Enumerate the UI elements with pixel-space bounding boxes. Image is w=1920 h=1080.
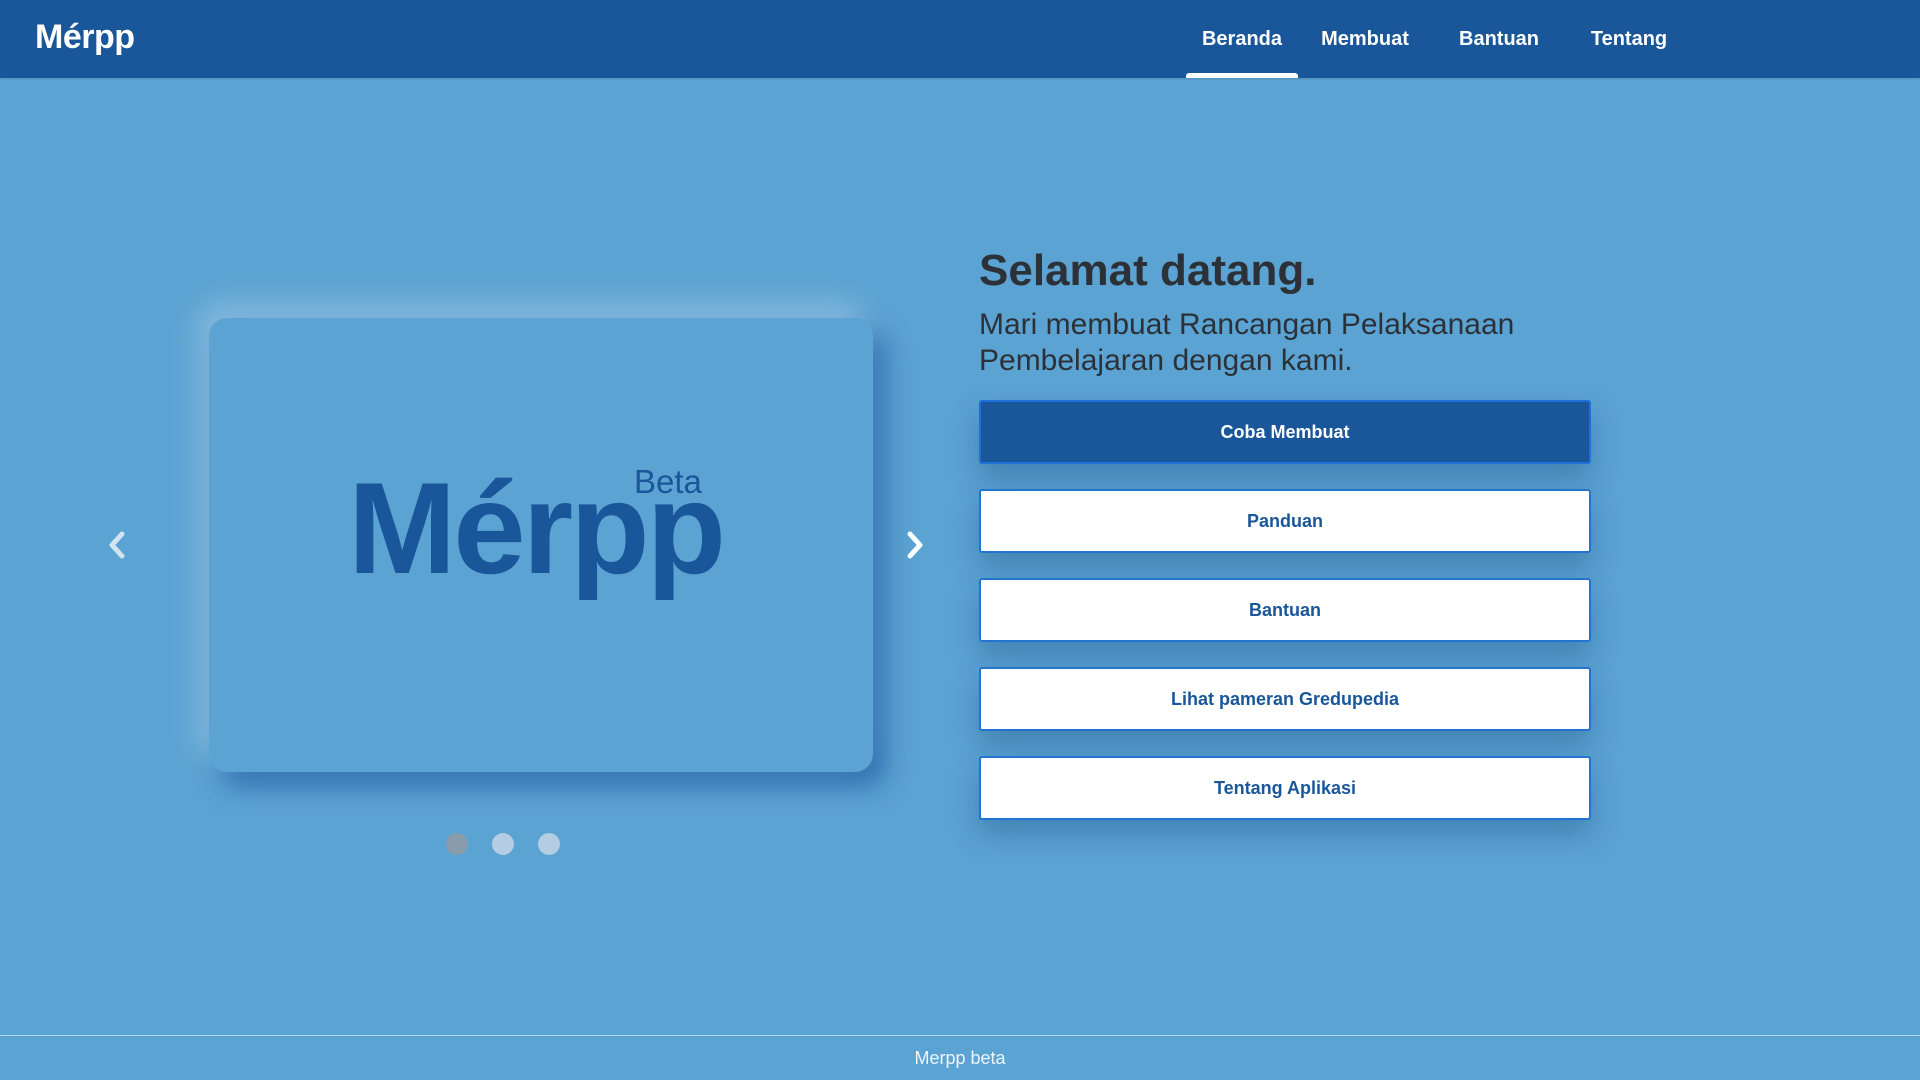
nav-item-bantuan[interactable]: Bantuan [1432,0,1566,78]
main-nav: Beranda Membuat Bantuan Tentang [1186,0,1692,78]
chevron-right-icon [907,531,923,559]
brand-logo[interactable]: Mérpp [35,18,135,57]
nav-item-membuat[interactable]: Membuat [1298,0,1432,78]
slide-beta-badge: Beta [634,463,702,500]
carousel-next-button[interactable] [900,525,930,565]
carousel-dot-1[interactable] [446,833,468,855]
welcome-subtitle: Mari membuat Rancangan Pelaksanaan Pembe… [979,308,1515,377]
footer-text: Merpp beta [914,1047,1006,1068]
about-app-button[interactable]: Tentang Aplikasi [979,756,1591,820]
chevron-left-icon [109,531,125,559]
nav-item-beranda[interactable]: Beranda [1186,0,1298,78]
gredupedia-exhibit-button[interactable]: Lihat pameran Gredupedia [979,667,1591,731]
welcome-title: Selamat datang. [979,246,1317,295]
try-create-button[interactable]: Coba Membuat [979,400,1591,464]
carousel-dot-2[interactable] [492,833,514,855]
carousel-indicators [446,833,560,855]
carousel-slide: Mérpp Beta [209,318,873,772]
footer: Merpp beta [0,1035,1920,1080]
guide-button[interactable]: Panduan [979,489,1591,553]
carousel-dot-3[interactable] [538,833,560,855]
carousel-prev-button[interactable] [102,525,132,565]
top-navbar: Mérpp Beranda Membuat Bantuan Tentang [0,0,1920,78]
nav-item-tentang[interactable]: Tentang [1566,0,1692,78]
help-button[interactable]: Bantuan [979,578,1591,642]
